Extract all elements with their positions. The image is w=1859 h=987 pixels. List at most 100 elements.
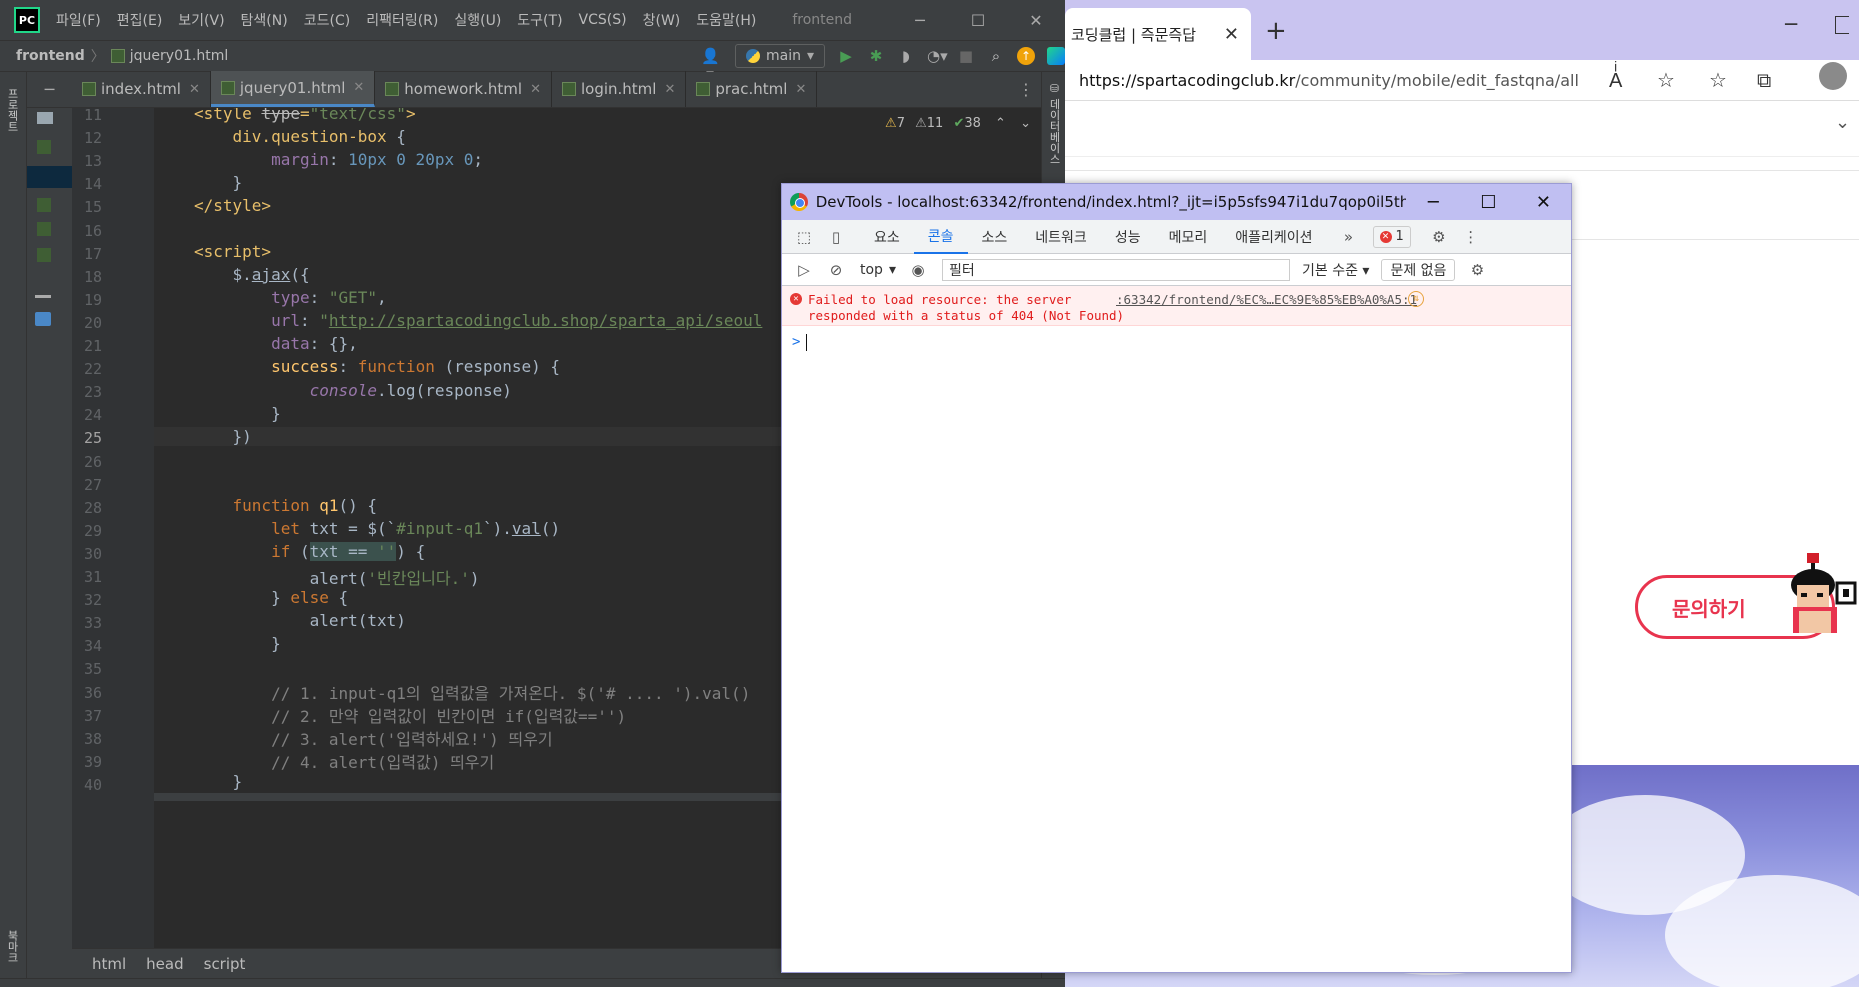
database-icon: ⛁ [1048, 82, 1061, 95]
breadcrumb-html[interactable]: html [92, 955, 126, 973]
menu-edit[interactable]: 편집(E) [117, 10, 163, 30]
tab-index[interactable]: index.html ✕ [72, 71, 211, 107]
inspect-element-icon[interactable]: ⬚ [794, 227, 814, 247]
menu-run[interactable]: 실행(U) [454, 10, 501, 30]
sidebar-toggle-icon[interactable]: ▷ [794, 260, 814, 280]
menu-window[interactable]: 창(W) [643, 10, 681, 30]
menu-refactor[interactable]: 리팩터링(R) [366, 10, 438, 30]
filter-input[interactable]: 필터 [941, 258, 1290, 281]
chevron-down-icon[interactable]: ⌄ [1835, 112, 1850, 133]
prev-highlight-icon[interactable]: ⌃ [995, 116, 1006, 131]
line-number: 29 [83, 521, 102, 540]
tab-prac[interactable]: prac.html ✕ [686, 71, 818, 107]
console-settings-icon[interactable]: ⚙ [1467, 260, 1487, 280]
device-toolbar-icon[interactable]: ▯ [826, 227, 846, 247]
next-highlight-icon[interactable]: ⌄ [1020, 116, 1031, 131]
more-tabs-icon[interactable]: ⋮ [1011, 71, 1041, 107]
favorites-icon[interactable]: ☆ [1709, 68, 1727, 92]
tab-sources[interactable]: 소스 [968, 220, 1022, 254]
more-options-icon[interactable]: ⋮ [1461, 227, 1481, 247]
log-level-select[interactable]: 기본 수준 ▾ [1302, 260, 1369, 280]
collections-icon[interactable]: ⧉ [1757, 68, 1771, 92]
tab-console[interactable]: 콘솔 [913, 220, 968, 254]
line-number: 19 [83, 290, 102, 309]
menu-vcs[interactable]: VCS(S) [579, 12, 627, 28]
vcs-user-icon[interactable]: 👤▾ [701, 47, 720, 83]
jetbrains-icon[interactable] [1047, 47, 1065, 65]
html-file-icon [37, 222, 51, 236]
breadcrumb-script[interactable]: script [204, 955, 246, 973]
tab-performance[interactable]: 성능 [1101, 220, 1155, 254]
bookmarks-tool-button[interactable]: 북마크 [6, 930, 20, 974]
more-tabs-icon[interactable]: » [1339, 227, 1359, 247]
selected-file-row[interactable] [27, 166, 72, 188]
close-tab-icon[interactable]: ✕ [189, 82, 200, 97]
code-line: </style> [194, 196, 272, 215]
update-icon[interactable]: ↑ [1017, 47, 1035, 65]
minimize-icon[interactable]: ─ [1406, 192, 1461, 213]
new-tab-icon[interactable]: + [1265, 16, 1287, 46]
profile-avatar[interactable] [1819, 62, 1847, 90]
coverage-icon[interactable]: ◗ [897, 47, 915, 65]
tab-elements[interactable]: 요소 [860, 220, 914, 254]
tab-memory[interactable]: 메모리 [1155, 220, 1222, 254]
close-tab-icon[interactable]: ✕ [664, 82, 675, 97]
menu-view[interactable]: 보기(V) [178, 10, 224, 30]
debug-icon[interactable]: ✱ [867, 47, 885, 65]
code-line: <style type="text/css"> [194, 108, 416, 123]
minimize-icon[interactable]: ─ [891, 11, 949, 30]
close-icon[interactable]: ✕ [1007, 11, 1065, 30]
tab-homework[interactable]: homework.html ✕ [375, 71, 552, 107]
collapse-icon[interactable]: ─ [27, 71, 72, 107]
maximize-icon[interactable] [1835, 16, 1849, 34]
stop-icon[interactable]: ■ [957, 47, 975, 65]
close-tab-icon[interactable]: ✕ [795, 82, 806, 97]
profile-icon[interactable]: ◔▾ [927, 47, 948, 65]
close-tab-icon[interactable]: ✕ [530, 82, 541, 97]
minimize-icon[interactable]: ─ [1785, 12, 1797, 36]
nav-file[interactable]: jquery01.html [110, 48, 228, 64]
maximize-icon[interactable]: ☐ [949, 11, 1007, 30]
live-expression-eye-icon[interactable]: ◉ [908, 260, 928, 280]
close-tab-icon[interactable]: ✕ [353, 80, 364, 95]
read-aloud-icon[interactable]: A͏ͥ [1609, 68, 1622, 93]
menu-tools[interactable]: 도구(T) [517, 10, 562, 30]
code-line: console.log(response) [309, 381, 512, 400]
menu-file[interactable]: 파일(F) [56, 10, 101, 30]
browser-tab[interactable]: 코딩클럽 | 즉문즉답 ✕ [1065, 8, 1251, 60]
nav-project[interactable]: frontend [16, 48, 85, 64]
context-select[interactable]: top ▾ [860, 262, 896, 278]
url-text[interactable]: https://spartacodingclub.kr/community/mo… [1079, 71, 1579, 90]
maximize-icon[interactable]: ☐ [1461, 192, 1516, 213]
menu-code[interactable]: 코드(C) [304, 10, 350, 30]
close-icon[interactable]: ✕ [1516, 192, 1571, 213]
issues-button[interactable]: 문제 없음 [1381, 258, 1456, 281]
clear-console-icon[interactable]: ⊘ [826, 260, 846, 280]
error-source-link[interactable]: :63342/frontend/%EC%…EC%9E%85%EB%A0%A5:1 [1116, 292, 1417, 307]
code-line: data: {}, [271, 334, 358, 353]
close-tab-icon[interactable]: ✕ [1224, 24, 1239, 45]
tab-jquery01[interactable]: jquery01.html ✕ [210, 71, 376, 107]
menu-help[interactable]: 도움말(H) [696, 10, 756, 30]
add-favorite-icon[interactable]: ☆ [1657, 68, 1675, 92]
tab-login[interactable]: login.html ✕ [552, 71, 687, 107]
project-tool-button[interactable]: 프로젝트 [6, 88, 20, 148]
run-icon[interactable]: ▶ [837, 47, 855, 65]
code-line: alert('빈칸입니다.') [194, 569, 480, 588]
console-error-message: ✕ Failed to load resource: the server re… [782, 286, 1571, 326]
run-config-select[interactable]: main ▾ [734, 44, 825, 68]
inspection-widget[interactable]: ⚠7 ⚠11 ✔38 ⌃ ⌄ [885, 116, 1031, 131]
error-count-badge[interactable]: ✕ 1 [1372, 225, 1411, 248]
network-request-icon[interactable]: ⇅ [1408, 291, 1424, 307]
database-tool-button[interactable]: ⛁ 데이터베이스 [1046, 82, 1062, 165]
code-line: success: function (response) { [271, 357, 561, 376]
tab-application[interactable]: 애플리케이션 [1221, 220, 1326, 254]
tab-network[interactable]: 네트워크 [1021, 220, 1101, 254]
breadcrumb-head[interactable]: head [146, 955, 183, 973]
console-input[interactable] [806, 334, 807, 351]
menu-navigate[interactable]: 탐색(N) [241, 10, 288, 30]
address-bar[interactable]: https://spartacodingclub.kr/community/mo… [1065, 60, 1859, 100]
folder-icon [37, 112, 53, 124]
search-icon[interactable]: ⌕ [987, 47, 1005, 65]
settings-icon[interactable]: ⚙ [1429, 227, 1449, 247]
